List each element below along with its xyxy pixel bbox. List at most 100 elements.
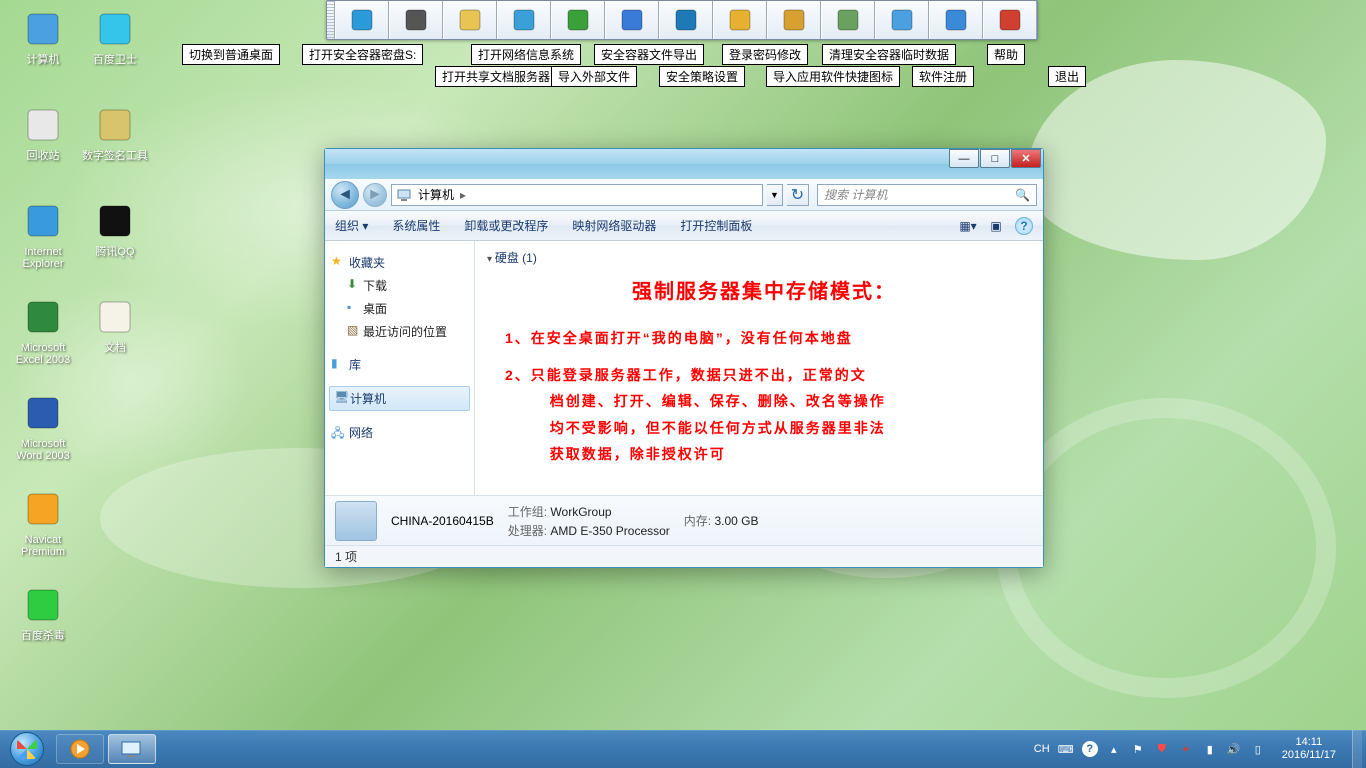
recycle-bin-icon <box>22 104 64 146</box>
close-button[interactable]: ✕ <box>1011 149 1041 168</box>
refresh-button[interactable]: ↻ <box>787 184 809 206</box>
desktop-icon-label: 腾讯QQ <box>82 246 148 258</box>
desktop-icon-label: 百度卫士 <box>82 54 148 66</box>
desktop-documents-icon[interactable]: 文档 <box>82 296 148 374</box>
cd-icon <box>889 7 915 33</box>
globe-icon <box>511 7 537 33</box>
toolbar-label: 打开网络信息系统 <box>471 44 581 65</box>
explorer-window: — □ ✕ ◄ ► 计算机 ▸ ▼ ↻ 搜索 计算机 🔍 组织 ▾ 系统属性 卸… <box>324 148 1044 568</box>
toolbar-label: 清理安全容器临时数据 <box>822 44 956 65</box>
tray-battery-icon[interactable]: ▯ <box>1250 741 1266 757</box>
window-titlebar[interactable]: — □ ✕ <box>325 149 1043 179</box>
cmd-control-panel[interactable]: 打开控制面板 <box>680 217 752 234</box>
tray-app1-icon[interactable]: ✦ <box>1178 741 1194 757</box>
desktop-excel-icon[interactable]: Microsoft Excel 2003 <box>10 296 76 374</box>
tray-network-icon[interactable]: ▮ <box>1202 741 1218 757</box>
toolbar-folder-icon[interactable] <box>443 1 497 39</box>
toolbar-upload-icon[interactable] <box>605 1 659 39</box>
toolbar-download-icon[interactable] <box>551 1 605 39</box>
search-input[interactable]: 搜索 计算机 🔍 <box>817 184 1037 206</box>
address-bar[interactable]: 计算机 ▸ <box>391 184 763 206</box>
toolbar-back-icon[interactable] <box>335 1 389 39</box>
nav-libraries[interactable]: ▮库 <box>325 353 474 376</box>
tray-time: 14:11 <box>1282 736 1336 749</box>
toolbar-folder-export-icon[interactable] <box>767 1 821 39</box>
desktop-digisign-icon[interactable]: 数字签名工具 <box>82 104 148 182</box>
view-mode-button[interactable]: ▦▾ <box>959 217 977 235</box>
taskbar: CH ⌨ ? ▴ ⚑ ⛊ ✦ ▮ 🔊 ▯ 14:11 2016/11/17 <box>0 730 1366 768</box>
nav-recent[interactable]: ▧最近访问的位置 <box>325 320 474 343</box>
nav-forward-button[interactable]: ► <box>363 183 387 207</box>
cmd-map-drive[interactable]: 映射网络驱动器 <box>572 217 656 234</box>
nav-back-button[interactable]: ◄ <box>331 181 359 209</box>
digisign-icon <box>94 104 136 146</box>
maximize-button[interactable]: □ <box>980 149 1010 168</box>
tray-lang[interactable]: CH <box>1034 741 1050 757</box>
desktop-icon-label: 回收站 <box>10 150 76 162</box>
content-area: 硬盘 (1) 强制服务器集中存储模式： 1、在安全桌面打开“我的电脑”，没有任何… <box>475 241 1043 495</box>
excel-icon <box>22 296 64 338</box>
desktop-baidu-guard-icon[interactable]: 百度卫士 <box>82 8 148 86</box>
tray-expand-icon[interactable]: ▴ <box>1106 741 1122 757</box>
overlay-line2d: 获取数据，除非授权许可 <box>505 441 1023 468</box>
address-segment[interactable]: 计算机 <box>418 186 454 203</box>
overlay-title: 强制服务器集中存储模式： <box>505 273 1023 311</box>
desktop-word-icon[interactable]: Microsoft Word 2003 <box>10 392 76 470</box>
toolbar-recycle-clean-icon[interactable] <box>821 1 875 39</box>
tray-date: 2016/11/17 <box>1282 749 1336 762</box>
baidu-antivirus-icon <box>22 584 64 626</box>
overlay-line1: 1、在安全桌面打开“我的电脑”，没有任何本地盘 <box>505 325 1023 352</box>
toolbar-print-icon[interactable] <box>389 1 443 39</box>
search-icon[interactable]: 🔍 <box>1015 188 1030 202</box>
documents-icon <box>94 296 136 338</box>
desktop-qq-icon[interactable]: 腾讯QQ <box>82 200 148 278</box>
address-dropdown[interactable]: ▼ <box>767 184 783 206</box>
organize-menu[interactable]: 组织 ▾ <box>335 217 368 234</box>
nav-favorites[interactable]: ★收藏夹 <box>325 251 474 274</box>
help-button[interactable]: ? <box>1015 217 1033 235</box>
nav-network[interactable]: 🖧网络 <box>325 421 474 444</box>
cmd-system-properties[interactable]: 系统属性 <box>392 217 440 234</box>
toolbar-exit-icon[interactable] <box>983 1 1037 39</box>
desktop-icon-label: 文档 <box>82 342 148 354</box>
category-drives[interactable]: 硬盘 (1) <box>487 251 537 265</box>
toolbar-grip[interactable] <box>327 1 335 39</box>
word-icon <box>22 392 64 434</box>
toolbar-label: 软件注册 <box>912 66 974 87</box>
tray-keyboard-icon[interactable]: ⌨ <box>1058 741 1074 757</box>
toolbar-gear-icon[interactable] <box>659 1 713 39</box>
desktop-icon-label: Navicat Premium <box>10 534 76 558</box>
toolbar-cd-icon[interactable] <box>875 1 929 39</box>
taskbar-pin-mediaplayer[interactable] <box>56 734 104 764</box>
cmd-uninstall[interactable]: 卸载或更改程序 <box>464 217 548 234</box>
help-icon <box>943 7 969 33</box>
details-pane: CHINA-20160415B 工作组: WorkGroup 处理器: AMD … <box>325 495 1043 545</box>
nav-computer[interactable]: 🖥计算机 <box>329 386 470 411</box>
navicat-icon <box>22 488 64 530</box>
taskbar-app-explorer[interactable] <box>108 734 156 764</box>
desktop-computer-icon[interactable]: 计算机 <box>10 8 76 86</box>
breadcrumb-arrow[interactable]: ▸ <box>460 188 466 202</box>
show-desktop-button[interactable] <box>1352 730 1362 768</box>
navigation-pane: ★收藏夹 ⬇下载 ▪桌面 ▧最近访问的位置 ▮库 🖥计算机 🖧网络 <box>325 241 475 495</box>
nav-downloads[interactable]: ⬇下载 <box>325 274 474 297</box>
desktop-icon-label: Microsoft Excel 2003 <box>10 342 76 366</box>
tray-help-icon[interactable]: ? <box>1082 741 1098 757</box>
toolbar-help-icon[interactable] <box>929 1 983 39</box>
desktop-recycle-bin-icon[interactable]: 回收站 <box>10 104 76 182</box>
print-icon <box>403 7 429 33</box>
minimize-button[interactable]: — <box>949 149 979 168</box>
desktop-baidu-antivirus-icon[interactable]: 百度杀毒 <box>10 584 76 662</box>
preview-pane-button[interactable]: ▣ <box>987 217 1005 235</box>
tray-clock[interactable]: 14:11 2016/11/17 <box>1274 736 1344 761</box>
tray-shield-icon[interactable]: ⛊ <box>1154 741 1170 757</box>
toolbar-globe-icon[interactable] <box>497 1 551 39</box>
toolbar-label: 导入应用软件快捷图标 <box>766 66 900 87</box>
tray-volume-icon[interactable]: 🔊 <box>1226 741 1242 757</box>
nav-desktop[interactable]: ▪桌面 <box>325 297 474 320</box>
toolbar-key-icon[interactable] <box>713 1 767 39</box>
desktop-ie-icon[interactable]: Internet Explorer <box>10 200 76 278</box>
desktop-navicat-icon[interactable]: Navicat Premium <box>10 488 76 566</box>
tray-flag-icon[interactable]: ⚑ <box>1130 741 1146 757</box>
start-button[interactable] <box>0 730 54 768</box>
